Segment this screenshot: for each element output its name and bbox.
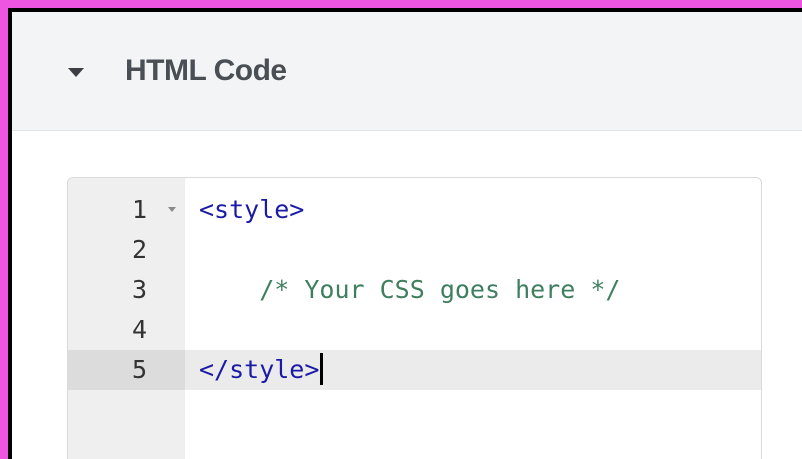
active-code-line[interactable]: 5 </style>: [68, 350, 761, 390]
gutter-cell: 1: [68, 190, 185, 230]
line-number: 4: [131, 315, 147, 344]
fold-arrow-icon[interactable]: [168, 207, 176, 212]
line-number: 5: [131, 355, 147, 384]
gutter-cell: 4: [68, 310, 185, 350]
caret-down-icon[interactable]: [68, 68, 84, 77]
code-line[interactable]: 1 <style>: [68, 190, 761, 230]
code-comment: /* Your CSS goes here */: [199, 275, 621, 304]
line-number: 2: [131, 235, 147, 264]
code-line[interactable]: 3 /* Your CSS goes here */: [68, 270, 761, 310]
section-title: HTML Code: [125, 54, 287, 87]
code-line[interactable]: 4: [68, 310, 761, 350]
text-cursor: [320, 353, 324, 385]
settings-panel: HTML Code 1 <style> 2 3 /* Your CSS goes…: [12, 12, 802, 459]
code-text: </style>: [199, 355, 320, 384]
code-editor[interactable]: 1 <style> 2 3 /* Your CSS goes here */ 4: [67, 177, 762, 459]
line-number: 3: [131, 275, 147, 304]
code-text: <style>: [199, 195, 305, 224]
gutter-cell: 3: [68, 270, 185, 310]
line-number: 1: [131, 195, 147, 224]
code-line-content: </style>: [199, 350, 324, 390]
gutter-cell: 2: [68, 230, 185, 270]
code-line[interactable]: 2: [68, 230, 761, 270]
section-header[interactable]: HTML Code: [12, 12, 802, 131]
gutter-cell: 5: [68, 350, 185, 390]
